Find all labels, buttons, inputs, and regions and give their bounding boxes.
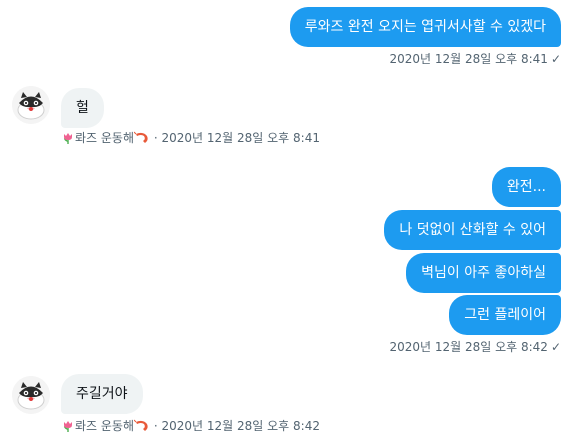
tulip-icon	[61, 131, 75, 149]
message-timestamp: 2020년 12월 28일 오후 8:41 ✓	[389, 51, 561, 67]
message-meta: 롸즈 운동해 · 2020년 12월 28일 오후 8:42	[61, 418, 320, 437]
sender-name[interactable]: 롸즈 운동해	[75, 419, 134, 433]
timestamp-text: 2020년 12월 28일 오후 8:42	[389, 340, 548, 354]
outgoing-message[interactable]: 루와즈 완전 오지는 엽귀서사할 수 있겠다	[289, 7, 561, 47]
timestamp-text: 2020년 12월 28일 오후 8:42	[161, 419, 320, 433]
outgoing-message[interactable]: 나 덧없이 산화할 수 있어	[384, 210, 561, 250]
shrimp-icon	[133, 131, 150, 149]
cat-avatar	[12, 86, 50, 124]
timestamp-text: 2020년 12월 28일 오후 8:41	[161, 131, 320, 145]
avatar[interactable]	[12, 86, 50, 124]
message-meta: 롸즈 운동해 · 2020년 12월 28일 오후 8:41	[61, 130, 320, 149]
check-icon: ✓	[550, 340, 561, 354]
cat-avatar	[12, 376, 50, 414]
incoming-message[interactable]: 주길거야	[61, 374, 143, 414]
meta-separator: ·	[153, 131, 158, 145]
outgoing-message[interactable]: 그런 플레이어	[449, 295, 561, 335]
shrimp-icon	[133, 419, 150, 437]
incoming-message[interactable]: 헐	[61, 88, 104, 128]
meta-separator: ·	[153, 419, 158, 433]
avatar[interactable]	[12, 376, 50, 414]
outgoing-message[interactable]: 완전...	[491, 167, 561, 207]
message-timestamp: 2020년 12월 28일 오후 8:42 ✓	[389, 339, 561, 355]
timestamp-text: 2020년 12월 28일 오후 8:41	[389, 52, 548, 66]
check-icon: ✓	[550, 52, 561, 66]
sender-name[interactable]: 롸즈 운동해	[75, 131, 134, 145]
outgoing-message[interactable]: 벽님이 아주 좋아하실	[406, 253, 561, 293]
tulip-icon	[61, 419, 75, 437]
conversation-pane: 루와즈 완전 오지는 엽귀서사할 수 있겠다 2020년 12월 28일 오후 …	[0, 0, 570, 438]
